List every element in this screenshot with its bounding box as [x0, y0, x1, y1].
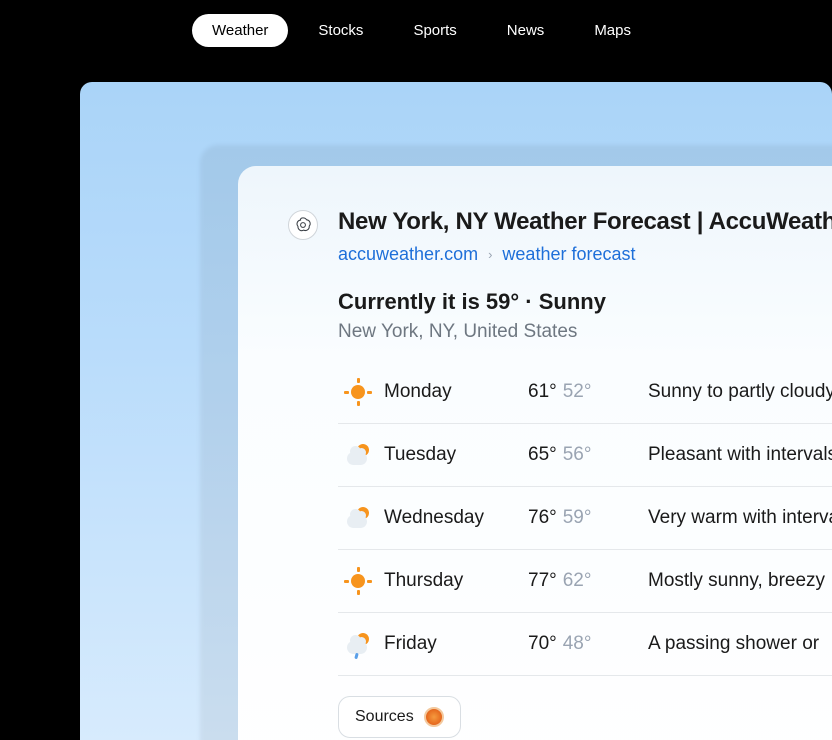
- forecast-description: Mostly sunny, breezy: [628, 570, 825, 592]
- weather-partly-icon: [338, 505, 378, 531]
- forecast-list: Monday61° 52° Sunny to partly cloudy Tuesda…: [338, 371, 832, 676]
- chevron-right-icon: ›: [488, 247, 492, 262]
- forecast-row[interactable]: Monday61° 52° Sunny to partly cloudy: [338, 371, 832, 424]
- sources-button[interactable]: Sources: [338, 696, 461, 738]
- forecast-description: A passing shower or: [628, 633, 819, 655]
- forecast-low: 48°: [563, 633, 592, 655]
- forecast-day: Wednesday: [378, 507, 528, 529]
- forecast-day: Tuesday: [378, 444, 528, 466]
- forecast-row[interactable]: Friday70° 48° A passing shower or: [338, 613, 832, 676]
- openai-logo-icon: [288, 210, 318, 240]
- breadcrumb-page-link[interactable]: weather forecast: [502, 244, 635, 265]
- breadcrumb-domain-link[interactable]: accuweather.com: [338, 244, 478, 265]
- current-location: New York, NY, United States: [338, 321, 832, 343]
- forecast-description: Sunny to partly cloudy: [628, 381, 832, 403]
- tab-sports[interactable]: Sports: [393, 14, 476, 47]
- forecast-row[interactable]: Thursday77° 62° Mostly sunny, breezy: [338, 550, 832, 613]
- forecast-high: 76°: [528, 507, 557, 529]
- weather-card: New York, NY Weather Forecast | AccuWeat…: [238, 166, 832, 740]
- breadcrumb: accuweather.com › weather forecast: [338, 244, 832, 265]
- accuweather-source-icon: [424, 707, 444, 727]
- tab-news[interactable]: News: [487, 14, 565, 47]
- forecast-day: Friday: [378, 633, 528, 655]
- weather-shower-icon: [338, 631, 378, 657]
- forecast-description: Very warm with intervals: [628, 507, 832, 529]
- forecast-high: 77°: [528, 570, 557, 592]
- forecast-day: Monday: [378, 381, 528, 403]
- weather-sunny-icon: [338, 568, 378, 594]
- forecast-row[interactable]: Tuesday65° 56° Pleasant with intervals: [338, 424, 832, 487]
- forecast-row[interactable]: Wednesday76° 59° Very warm with intervals: [338, 487, 832, 550]
- forecast-low: 62°: [563, 570, 592, 592]
- weather-partly-icon: [338, 442, 378, 468]
- forecast-high: 70°: [528, 633, 557, 655]
- forecast-day: Thursday: [378, 570, 528, 592]
- sources-label: Sources: [355, 708, 414, 726]
- tab-maps[interactable]: Maps: [574, 14, 651, 47]
- forecast-low: 56°: [563, 444, 592, 466]
- forecast-description: Pleasant with intervals: [628, 444, 832, 466]
- forecast-low: 59°: [563, 507, 592, 529]
- forecast-high: 61°: [528, 381, 557, 403]
- tab-stocks[interactable]: Stocks: [298, 14, 383, 47]
- tab-weather[interactable]: Weather: [192, 14, 288, 47]
- forecast-low: 52°: [563, 381, 592, 403]
- current-conditions: Currently it is 59° · Sunny: [338, 289, 832, 315]
- stage-background: New York, NY Weather Forecast | AccuWeat…: [80, 82, 832, 740]
- weather-sunny-icon: [338, 379, 378, 405]
- tab-bar: Weather Stocks Sports News Maps: [192, 0, 832, 47]
- page-title: New York, NY Weather Forecast | AccuWeat…: [338, 208, 832, 236]
- forecast-high: 65°: [528, 444, 557, 466]
